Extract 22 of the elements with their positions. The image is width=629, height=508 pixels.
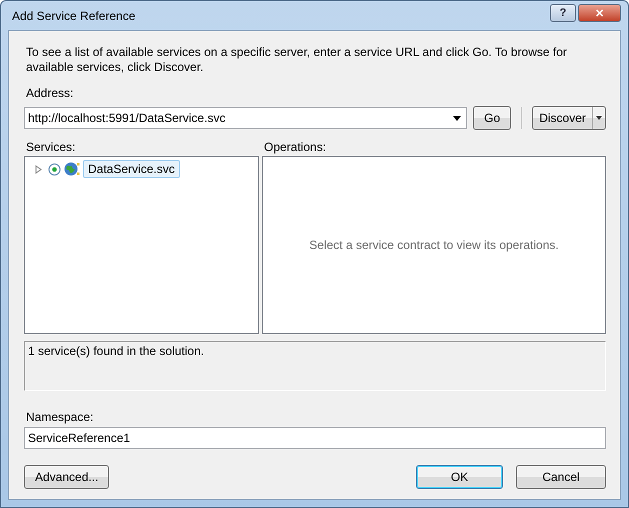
window-title: Add Service Reference (11, 8, 136, 22)
globe-icon (64, 161, 80, 177)
namespace-field[interactable]: ServiceReference1 (24, 427, 606, 449)
dropdown-caret-icon[interactable] (596, 116, 602, 120)
service-icon (48, 162, 61, 176)
tree-item[interactable]: DataService.svc (83, 160, 180, 178)
namespace-label: Namespace: (26, 410, 94, 424)
operations-message: Select a service contract to view its operations. (309, 238, 559, 252)
status-text: 1 service(s) found in the solution. (28, 344, 204, 358)
address-combo[interactable]: http://localhost:5991/DataService.svc (24, 107, 468, 129)
dropdown-caret-icon[interactable] (453, 116, 462, 120)
operations-label: Operations: (264, 140, 326, 154)
discover-button[interactable]: Discover (532, 106, 606, 130)
dialog-button[interactable]: Cancel (516, 465, 606, 489)
help-button[interactable]: ? (550, 4, 576, 22)
address-label: Address: (26, 86, 74, 100)
go-button[interactable]: Go (473, 106, 512, 130)
dialog-button[interactable]: Advanced... (24, 465, 110, 489)
dialog-button[interactable]: OK (416, 465, 503, 489)
expand-arrow-icon[interactable] (35, 164, 42, 174)
instructions-text: To see a list of available services on a specific server, enter a service URL and click Go. To browse for available services, click Discover. (26, 45, 568, 75)
services-label: Services: (26, 140, 76, 154)
